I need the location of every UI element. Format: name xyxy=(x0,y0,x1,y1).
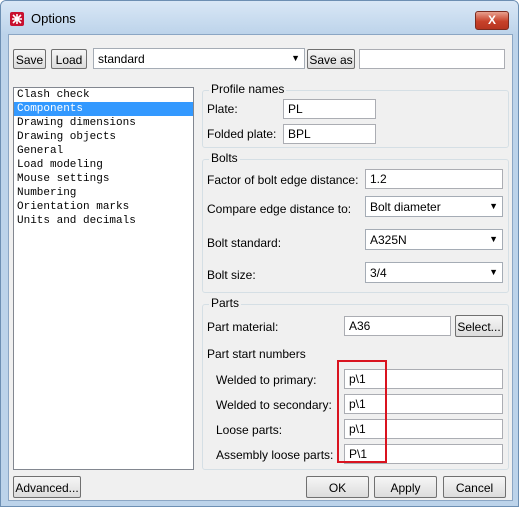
cancel-button[interactable]: Cancel xyxy=(443,476,506,498)
part-material-label: Part material: xyxy=(207,320,279,334)
preset-value: standard xyxy=(98,52,145,66)
category-item[interactable]: Orientation marks xyxy=(14,200,193,214)
compare-edge-label: Compare edge distance to: xyxy=(207,202,352,216)
dialog-body: Save Load standard ▼ Save as Clash check… xyxy=(8,34,513,501)
advanced-button[interactable]: Advanced... xyxy=(13,476,81,498)
category-item[interactable]: Clash check xyxy=(14,88,193,102)
edge-factor-input[interactable]: 1.2 xyxy=(365,169,503,189)
preset-dropdown[interactable]: standard ▼ xyxy=(93,48,305,69)
welded-primary-label: Welded to primary: xyxy=(216,373,317,387)
bolts-title: Bolts xyxy=(209,151,240,165)
category-list[interactable]: Clash check Components Drawing dimensions D… xyxy=(13,87,194,470)
part-material-input[interactable]: A36 xyxy=(344,316,451,336)
category-item[interactable]: Load modeling xyxy=(14,158,193,172)
save-as-button[interactable]: Save as xyxy=(307,49,355,69)
profile-names-title: Profile names xyxy=(209,82,287,96)
bolt-size-label: Bolt size: xyxy=(207,268,256,282)
category-item[interactable]: Drawing objects xyxy=(14,130,193,144)
title-bar[interactable]: Options X xyxy=(1,1,518,35)
folded-plate-label: Folded plate: xyxy=(207,127,277,141)
assembly-loose-label: Assembly loose parts: xyxy=(216,448,334,462)
save-button[interactable]: Save xyxy=(13,49,46,69)
compare-edge-value: Bolt diameter xyxy=(370,200,441,214)
highlight-box xyxy=(337,360,387,463)
category-item[interactable]: Components xyxy=(14,102,193,116)
ok-button[interactable]: OK xyxy=(306,476,369,498)
bolt-standard-dropdown[interactable]: A325N ▼ xyxy=(365,229,503,250)
category-item[interactable]: Drawing dimensions xyxy=(14,116,193,130)
compare-edge-dropdown[interactable]: Bolt diameter ▼ xyxy=(365,196,503,217)
bolt-size-value: 3/4 xyxy=(370,266,387,280)
plate-label: Plate: xyxy=(207,102,238,116)
part-start-numbers-label: Part start numbers xyxy=(207,347,306,361)
window-title: Options xyxy=(31,11,76,26)
category-item[interactable]: Mouse settings xyxy=(14,172,193,186)
category-item[interactable]: General xyxy=(14,144,193,158)
app-icon xyxy=(10,12,24,26)
edge-factor-label: Factor of bolt edge distance: xyxy=(207,173,359,187)
plate-prefix-input[interactable]: PL xyxy=(283,99,376,119)
category-item[interactable]: Numbering xyxy=(14,186,193,200)
bolt-standard-label: Bolt standard: xyxy=(207,236,282,250)
bolt-standard-value: A325N xyxy=(370,233,407,247)
chevron-down-icon: ▼ xyxy=(489,201,498,211)
chevron-down-icon: ▼ xyxy=(489,267,498,277)
loose-parts-label: Loose parts: xyxy=(216,423,283,437)
parts-title: Parts xyxy=(209,296,242,310)
chevron-down-icon: ▼ xyxy=(489,234,498,244)
options-window: Options X Save Load standard ▼ Save as C… xyxy=(0,0,519,507)
save-as-name-input[interactable] xyxy=(359,49,505,69)
close-button[interactable]: X xyxy=(475,11,509,30)
select-material-button[interactable]: Select... xyxy=(455,315,503,337)
welded-secondary-label: Welded to secondary: xyxy=(216,398,332,412)
category-item[interactable]: Units and decimals xyxy=(14,214,193,228)
folded-plate-prefix-input[interactable]: BPL xyxy=(283,124,376,144)
apply-button[interactable]: Apply xyxy=(374,476,437,498)
bolt-size-dropdown[interactable]: 3/4 ▼ xyxy=(365,262,503,283)
load-button[interactable]: Load xyxy=(51,49,87,69)
chevron-down-icon: ▼ xyxy=(291,53,300,63)
